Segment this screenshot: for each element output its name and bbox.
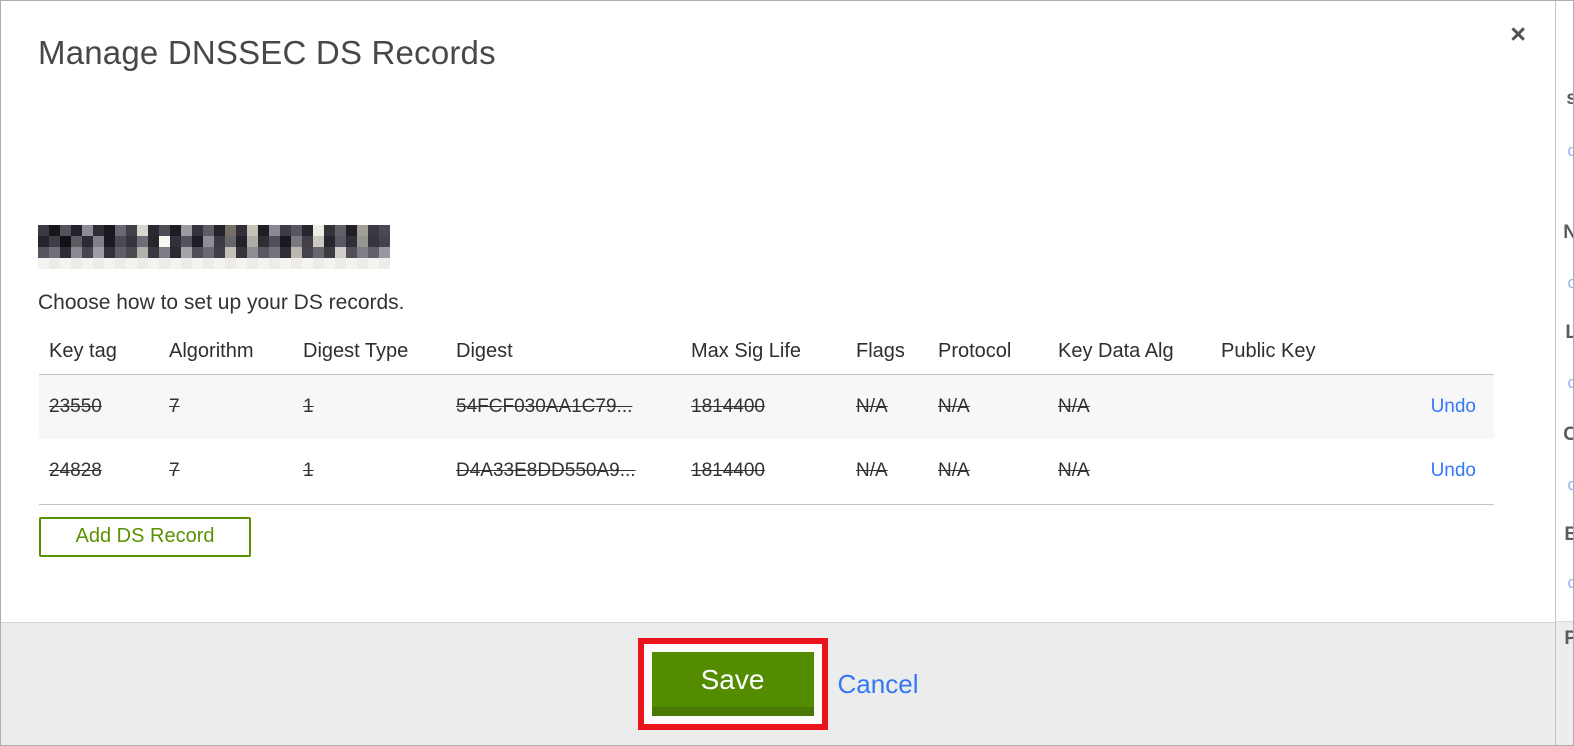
background-text-fragment: P bbox=[1564, 629, 1573, 648]
column-header: Protocol bbox=[928, 332, 1048, 375]
record-cell: N/A bbox=[856, 395, 888, 417]
record-cell: 7 bbox=[159, 439, 293, 505]
background-text-fragment: E bbox=[1564, 525, 1573, 544]
redacted-domain-name bbox=[38, 225, 390, 269]
column-header: Digest bbox=[446, 332, 681, 375]
record-cell: 7 bbox=[169, 395, 180, 417]
record-cell: 1814400 bbox=[681, 439, 846, 505]
record-cell: 24828 bbox=[39, 439, 159, 505]
record-cell bbox=[1211, 374, 1359, 439]
modal-title: Manage DNSSEC DS Records bbox=[38, 34, 496, 71]
mosaic-row bbox=[38, 258, 390, 269]
background-text-fragment: o bbox=[1568, 574, 1573, 591]
record-cell: N/A bbox=[928, 439, 1048, 505]
save-button-highlight-annotation: Save bbox=[637, 638, 828, 730]
column-header: Key tag bbox=[39, 332, 159, 375]
mosaic-row bbox=[38, 236, 390, 247]
background-text-fragment: o bbox=[1568, 374, 1573, 391]
column-header: Public Key bbox=[1211, 332, 1359, 375]
ds-record-row: 23550 7 1 54FCF030AA1C79... 1814400 N/A N/A N/A… bbox=[39, 374, 1494, 439]
column-header: Key Data Alg bbox=[1048, 332, 1211, 375]
background-text-fragment: N bbox=[1563, 223, 1573, 242]
ds-record-row: 24828 7 1 D4A33E8DD550A9... 1814400 N/A N/A N/A… bbox=[39, 439, 1494, 505]
ds-records-table: Key tag Algorithm Digest Type Digest Max Sig… bbox=[39, 332, 1494, 505]
record-action-cell: Undo bbox=[1359, 374, 1494, 439]
undo-link[interactable]: Undo bbox=[1431, 396, 1476, 417]
column-header: Algorithm bbox=[159, 332, 293, 375]
manage-dnssec-modal: Manage DNSSEC DS Records × Choose how to… bbox=[1, 1, 1556, 745]
column-header: Digest Type bbox=[293, 332, 446, 375]
record-action-cell: Undo bbox=[1359, 439, 1494, 505]
table-header-row: Key tag Algorithm Digest Type Digest Max Sig… bbox=[39, 332, 1494, 375]
add-ds-record-button[interactable]: Add DS Record bbox=[39, 516, 251, 557]
mosaic-row bbox=[38, 225, 390, 236]
background-text-fragment: C bbox=[1563, 425, 1573, 444]
background-text-fragment: o bbox=[1568, 274, 1573, 291]
column-header: Max Sig Life bbox=[681, 332, 846, 375]
background-text-fragment: L bbox=[1565, 323, 1573, 342]
background-text-fragment: s bbox=[1566, 89, 1573, 108]
background-page-sliver: sdNoLoCoEoPl bbox=[1556, 1, 1573, 745]
record-cell: 54FCF030AA1C79... bbox=[456, 395, 633, 417]
record-cell: D4A33E8DD550A9... bbox=[446, 439, 681, 505]
background-text-fragment: d bbox=[1568, 142, 1573, 159]
record-cell: 1 bbox=[303, 395, 314, 417]
record-cell: 1 bbox=[293, 439, 446, 505]
mosaic-row bbox=[38, 247, 390, 258]
column-header: Flags bbox=[846, 332, 928, 375]
record-cell bbox=[1211, 439, 1359, 505]
record-cell: 1814400 bbox=[691, 395, 765, 417]
modal-footer: Save Cancel bbox=[1, 622, 1555, 745]
record-cell: N/A bbox=[938, 395, 970, 417]
record-cell: N/A bbox=[846, 439, 928, 505]
background-text-fragment: o bbox=[1568, 476, 1573, 493]
instructions-text: Choose how to set up your DS records. bbox=[38, 291, 405, 314]
record-cell: N/A bbox=[1048, 439, 1211, 505]
table-body: 23550 7 1 54FCF030AA1C79... 1814400 N/A N/A N/A… bbox=[39, 374, 1494, 505]
record-cell: N/A bbox=[1058, 395, 1090, 417]
modal-content: Manage DNSSEC DS Records × Choose how to… bbox=[1, 1, 1555, 622]
undo-link[interactable]: Undo bbox=[1431, 460, 1476, 481]
close-icon[interactable]: × bbox=[1510, 21, 1526, 48]
record-cell: 23550 bbox=[49, 395, 102, 417]
screenshot-window: Manage DNSSEC DS Records × Choose how to… bbox=[0, 0, 1574, 746]
save-button[interactable]: Save bbox=[651, 652, 814, 716]
cancel-link[interactable]: Cancel bbox=[838, 669, 919, 700]
